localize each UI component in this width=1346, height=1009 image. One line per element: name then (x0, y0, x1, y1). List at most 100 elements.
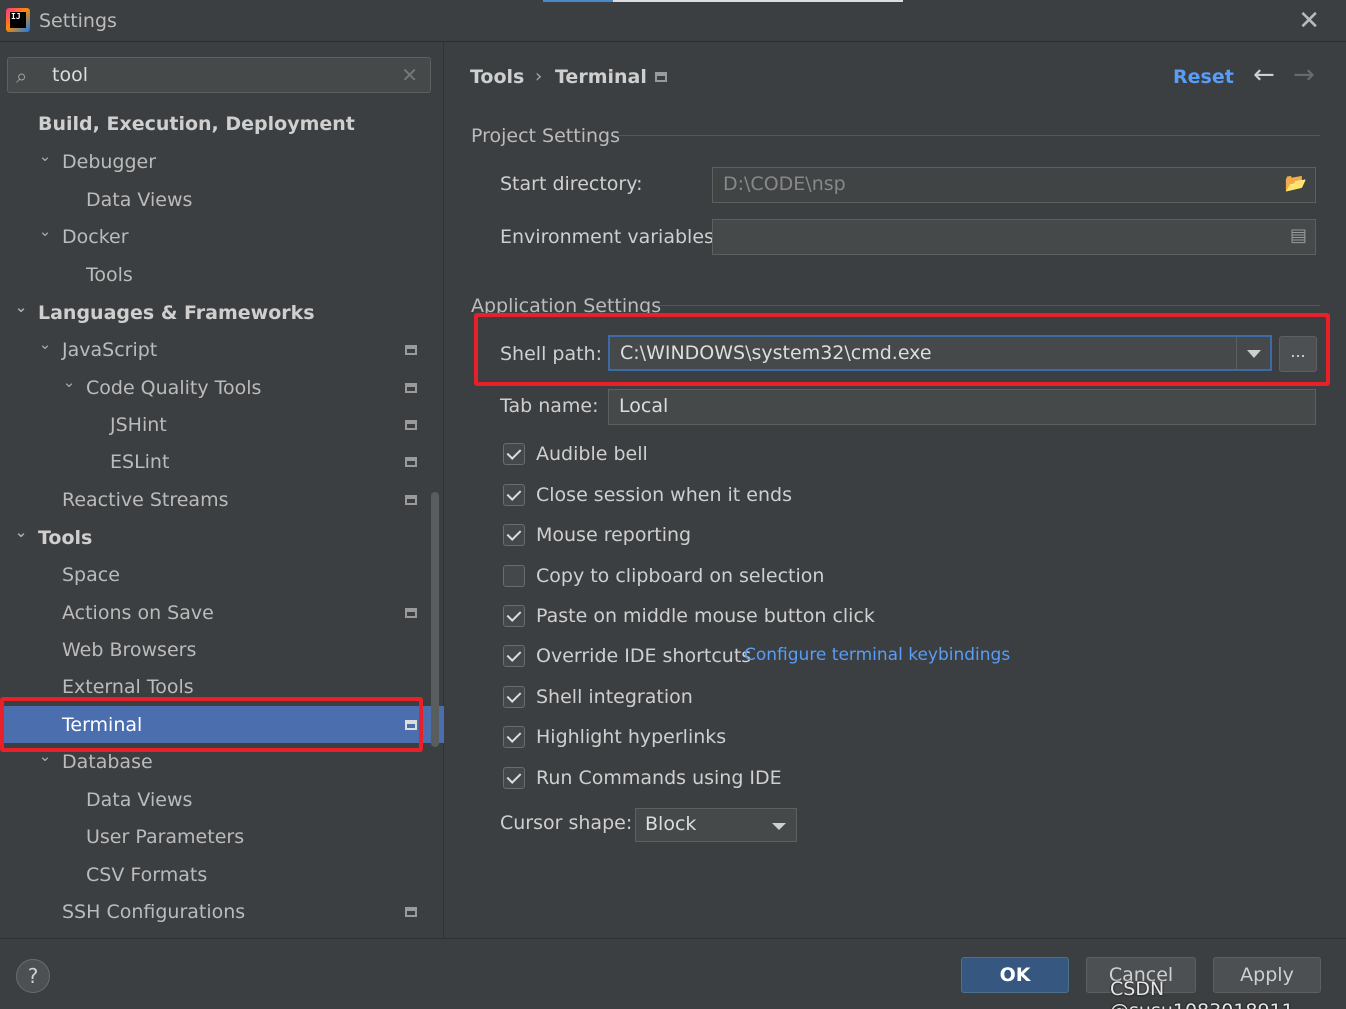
section-divider (618, 135, 1320, 136)
checkbox[interactable] (503, 767, 525, 789)
folder-icon[interactable]: 📂 (1285, 173, 1307, 194)
option-mouse-reporting[interactable]: Mouse reporting (503, 520, 691, 550)
forward-arrow-icon[interactable]: → (1293, 60, 1315, 90)
shell-path-combobox[interactable]: C:\WINDOWS\system32\cmd.exe (608, 335, 1272, 371)
chevron-down-icon[interactable]: ⌄ (37, 335, 53, 353)
shell-path-dropdown-icon[interactable] (1236, 337, 1270, 369)
settings-sidebar: ⌕ tool ✕ Build, Execution, Deployment ⌄ De… (0, 42, 444, 938)
option-paste-on-middle-mouse-button-click[interactable]: Paste on middle mouse button click (503, 601, 875, 631)
browse-shell-button[interactable]: ... (1279, 336, 1317, 372)
sidebar-item-languages-frameworks[interactable]: ⌄ Languages & Frameworks (0, 294, 444, 331)
sidebar-item-csv-formats[interactable]: CSV Formats (0, 856, 444, 893)
checkbox-label[interactable]: Mouse reporting (536, 524, 691, 546)
search-value[interactable]: tool (52, 64, 88, 86)
close-icon[interactable]: ✕ (1298, 6, 1320, 36)
checkbox-label[interactable]: Shell integration (536, 686, 693, 708)
reset-link[interactable]: Reset (1173, 66, 1234, 88)
sidebar-item-jshint[interactable]: JSHint (0, 406, 444, 443)
sidebar-item-user-parameters[interactable]: User Parameters (0, 818, 444, 855)
sidebar-item-reactive-streams[interactable]: Reactive Streams (0, 481, 444, 518)
start-directory-field[interactable]: D:\CODE\nsp 📂 (712, 167, 1316, 203)
section-divider (655, 305, 1320, 306)
tab-name-value[interactable]: Local (619, 395, 668, 417)
sidebar-item-data-views[interactable]: Data Views (0, 781, 444, 818)
checkbox-label[interactable]: Run Commands using IDE (536, 767, 782, 789)
sidebar-item-label: Data Views (86, 188, 193, 211)
cursor-shape-value: Block (645, 813, 697, 835)
settings-search-input[interactable]: ⌕ tool ✕ (7, 57, 431, 93)
checkbox[interactable] (503, 605, 525, 627)
sidebar-item-actions-on-save[interactable]: Actions on Save (0, 594, 444, 631)
back-arrow-icon[interactable]: ← (1253, 60, 1275, 90)
chevron-down-icon[interactable]: ⌄ (37, 147, 53, 165)
checkbox[interactable] (503, 726, 525, 748)
project-settings-title: Project Settings (471, 125, 620, 147)
checkbox-label[interactable]: Audible bell (536, 443, 648, 465)
checkbox-label[interactable]: Copy to clipboard on selection (536, 565, 824, 587)
sidebar-item-code-quality-tools[interactable]: ⌄ Code Quality Tools (0, 369, 444, 406)
option-shell-integration[interactable]: Shell integration (503, 682, 693, 712)
chevron-down-icon[interactable]: ⌄ (37, 747, 53, 765)
checkbox-label[interactable]: Override IDE shortcuts (536, 645, 751, 667)
checkbox[interactable] (503, 524, 525, 546)
sidebar-item-data-views[interactable]: Data Views (0, 181, 444, 218)
sidebar-item-label: Web Browsers (62, 638, 197, 661)
breadcrumb-parent[interactable]: Tools (470, 66, 524, 88)
checkbox[interactable] (503, 565, 525, 587)
sidebar-item-tools[interactable]: ⌄ Tools (0, 519, 444, 556)
checkbox[interactable] (503, 484, 525, 506)
sidebar-item-terminal[interactable]: Terminal (0, 706, 444, 743)
chevron-down-icon[interactable]: ⌄ (13, 298, 29, 316)
checkbox-label[interactable]: Paste on middle mouse button click (536, 605, 875, 627)
option-run-commands-using-ide[interactable]: Run Commands using IDE (503, 763, 782, 793)
checkbox-label[interactable]: Highlight hyperlinks (536, 726, 726, 748)
sidebar-scrollbar[interactable] (431, 492, 439, 747)
option-override-ide-shortcuts[interactable]: Override IDE shortcuts (503, 641, 751, 671)
project-level-icon (405, 494, 417, 505)
chevron-down-icon[interactable]: ⌄ (37, 222, 53, 240)
option-highlight-hyperlinks[interactable]: Highlight hyperlinks (503, 722, 726, 752)
environment-variables-field[interactable]: ▤ (712, 219, 1316, 255)
help-button[interactable]: ? (16, 959, 50, 993)
option-copy-to-clipboard-on-selection[interactable]: Copy to clipboard on selection (503, 561, 824, 591)
checkbox[interactable] (503, 443, 525, 465)
sidebar-item-tools[interactable]: Tools (0, 256, 444, 293)
option-audible-bell[interactable]: Audible bell (503, 439, 648, 469)
configure-keybindings-link[interactable]: Configure terminal keybindings (744, 645, 1010, 665)
edit-list-icon[interactable]: ▤ (1290, 225, 1307, 246)
search-icon: ⌕ (16, 64, 28, 88)
sidebar-item-space[interactable]: Space (0, 556, 444, 593)
sidebar-item-build-execution-deployment[interactable]: Build, Execution, Deployment (0, 105, 444, 142)
sidebar-item-ssh-configurations[interactable]: SSH Configurations (0, 893, 444, 930)
cursor-shape-select[interactable]: Block (635, 808, 797, 842)
chevron-down-icon[interactable]: ⌄ (13, 523, 29, 541)
project-level-icon (655, 72, 667, 82)
checkbox[interactable] (503, 686, 525, 708)
project-level-icon (405, 419, 417, 430)
sidebar-item-label: Debugger (62, 150, 157, 173)
sidebar-item-label: Database (62, 750, 153, 773)
checkbox-label[interactable]: Close session when it ends (536, 484, 792, 506)
clear-search-icon[interactable]: ✕ (401, 63, 418, 87)
tab-indicator (543, 0, 613, 2)
sidebar-item-debugger[interactable]: ⌄ Debugger (0, 143, 444, 180)
sidebar-item-external-tools[interactable]: External Tools (0, 668, 444, 705)
watermark: CSDN @susu1083018911 (1110, 978, 1294, 1009)
option-close-session-when-it-ends[interactable]: Close session when it ends (503, 480, 792, 510)
chevron-down-icon[interactable]: ⌄ (61, 373, 77, 391)
sidebar-item-label: Build, Execution, Deployment (38, 112, 355, 135)
sidebar-item-docker[interactable]: ⌄ Docker (0, 218, 444, 255)
checkbox[interactable] (503, 645, 525, 667)
title-bar: IJ Settings ✕ (0, 0, 1346, 42)
tab-indicator-secondary (613, 0, 903, 2)
ok-button[interactable]: OK (961, 957, 1069, 993)
cursor-shape-label: Cursor shape: (500, 812, 633, 834)
sidebar-item-database[interactable]: ⌄ Database (0, 743, 444, 780)
shell-path-value[interactable]: C:\WINDOWS\system32\cmd.exe (620, 342, 932, 364)
sidebar-item-javascript[interactable]: ⌄ JavaScript (0, 331, 444, 368)
sidebar-item-eslint[interactable]: ESLint (0, 443, 444, 480)
sidebar-item-label: CSV Formats (86, 863, 208, 886)
sidebar-item-label: Terminal (62, 713, 143, 736)
tab-name-field[interactable]: Local (608, 389, 1316, 425)
sidebar-item-web-browsers[interactable]: Web Browsers (0, 631, 444, 668)
